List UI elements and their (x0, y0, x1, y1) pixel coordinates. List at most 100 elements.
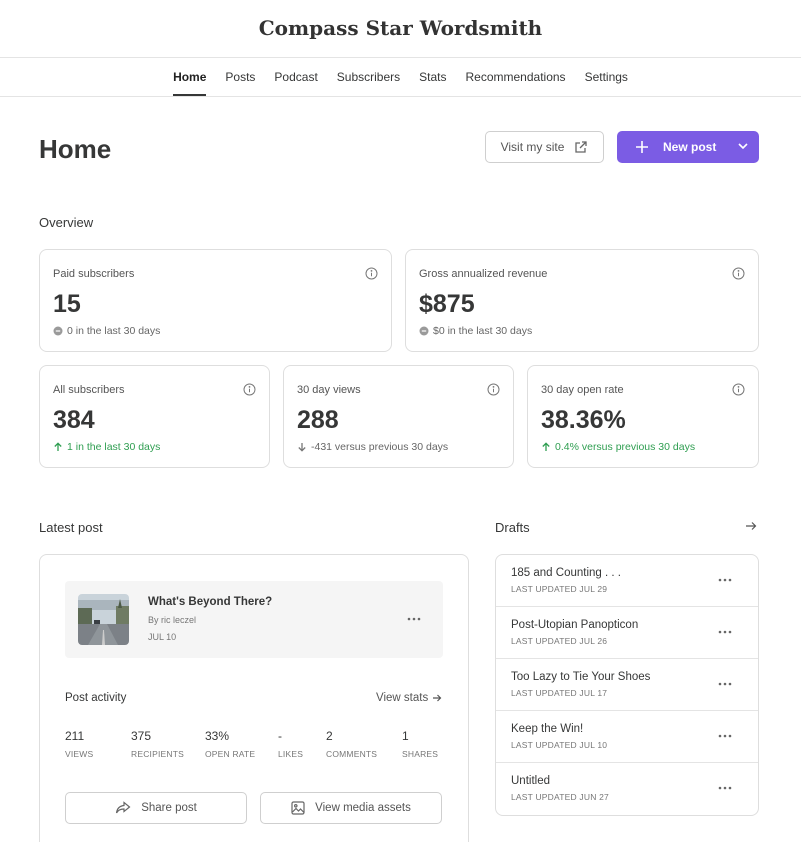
stat-label: Paid subscribers (53, 268, 135, 280)
share-icon (115, 801, 131, 815)
more-options-icon[interactable] (718, 781, 732, 795)
stat-change: $0 in the last 30 days (419, 325, 532, 337)
nav-tab-posts[interactable]: Posts (216, 58, 265, 96)
post-thumbnail (78, 594, 129, 645)
metric-value: 33% (205, 729, 230, 743)
draft-title: 185 and Counting . . . (511, 567, 621, 579)
revenue-card: Gross annualized revenue $875 $0 in the … (405, 249, 759, 352)
drafts-label: Drafts (495, 520, 530, 535)
info-icon[interactable] (243, 383, 256, 396)
info-icon[interactable] (732, 383, 745, 396)
views-card: 30 day views 288 -431 versus previous 30… (283, 365, 514, 468)
more-options-icon[interactable] (718, 625, 732, 639)
stat-change-text: -431 versus previous 30 days (311, 441, 449, 453)
metric-label: SHARES (402, 749, 439, 759)
view-stats-link[interactable]: View stats (376, 692, 442, 704)
metric-views: 211 VIEWS (65, 729, 93, 759)
draft-item[interactable]: Post-Utopian Panopticon LAST UPDATED JUL… (496, 607, 758, 659)
draft-item[interactable]: Too Lazy to Tie Your Shoes LAST UPDATED … (496, 659, 758, 711)
metric-comments: 2 COMMENTS (326, 729, 377, 759)
view-media-button[interactable]: View media assets (260, 792, 442, 824)
nav-divider (0, 96, 801, 97)
more-options-icon[interactable] (718, 729, 732, 743)
arrow-up-icon (541, 442, 551, 452)
nav-tab-subscribers[interactable]: Subscribers (327, 58, 409, 96)
arrow-up-icon (53, 442, 63, 452)
info-icon[interactable] (487, 383, 500, 396)
latest-post-card: What's Beyond There? By ric leczel JUL 1… (39, 554, 469, 842)
visit-site-label: Visit my site (500, 140, 565, 154)
stat-change-text: 1 in the last 30 days (67, 441, 161, 453)
stat-change: 0.4% versus previous 30 days (541, 441, 695, 453)
stat-label: 30 day open rate (541, 384, 624, 396)
page-title: Home (39, 134, 112, 164)
nav-tab-podcast[interactable]: Podcast (265, 58, 327, 96)
metric-value: 211 (65, 729, 85, 743)
new-post-button[interactable]: New post (617, 131, 759, 163)
metric-open-rate: 33% OPEN RATE (205, 729, 255, 759)
chevron-down-icon[interactable] (737, 140, 749, 152)
metric-value: - (278, 729, 282, 743)
arrow-down-icon (297, 442, 307, 452)
external-link-icon (574, 140, 588, 154)
draft-date: LAST UPDATED JUL 29 (511, 584, 608, 594)
arrow-right-icon[interactable] (745, 519, 759, 533)
post-author: By ric leczel (148, 615, 197, 625)
open-rate-card: 30 day open rate 38.36% 0.4% versus prev… (527, 365, 759, 468)
latest-post-item[interactable]: What's Beyond There? By ric leczel JUL 1… (65, 581, 443, 658)
plus-icon (635, 140, 651, 154)
draft-item[interactable]: 185 and Counting . . . LAST UPDATED JUL … (496, 555, 758, 607)
nav-tab-home[interactable]: Home (164, 58, 216, 96)
stat-value: 38.36% (541, 406, 626, 434)
draft-title: Post-Utopian Panopticon (511, 619, 639, 631)
stat-change: 1 in the last 30 days (53, 441, 160, 453)
metric-label: VIEWS (65, 749, 94, 759)
draft-title: Keep the Win! (511, 723, 584, 735)
drafts-list: 185 and Counting . . . LAST UPDATED JUL … (495, 554, 759, 816)
stat-change-text: 0 in the last 30 days (67, 325, 161, 337)
latest-post-label: Latest post (39, 520, 103, 535)
neutral-icon (53, 326, 63, 336)
metric-label: COMMENTS (326, 749, 378, 759)
draft-title: Too Lazy to Tie Your Shoes (511, 671, 651, 683)
draft-item[interactable]: Untitled LAST UPDATED JUN 27 (496, 763, 758, 815)
share-post-label: Share post (141, 802, 197, 814)
visit-site-button[interactable]: Visit my site (485, 131, 604, 163)
draft-date: LAST UPDATED JUN 27 (511, 792, 609, 802)
more-options-icon[interactable] (718, 677, 732, 691)
view-stats-label: View stats (376, 692, 429, 704)
stat-value: 15 (53, 290, 81, 318)
draft-date: LAST UPDATED JUL 10 (511, 740, 608, 750)
stat-value: 384 (53, 406, 95, 434)
info-icon[interactable] (365, 267, 378, 280)
paid-subscribers-card: Paid subscribers 15 0 in the last 30 day… (39, 249, 392, 352)
site-title: Compass Star Wordsmith (258, 16, 543, 40)
new-post-label: New post (663, 140, 717, 154)
neutral-icon (419, 326, 429, 336)
metric-label: OPEN RATE (205, 749, 256, 759)
post-title[interactable]: What's Beyond There? (148, 596, 272, 608)
nav-tab-recommendations[interactable]: Recommendations (456, 58, 575, 96)
share-post-button[interactable]: Share post (65, 792, 247, 824)
post-activity-label: Post activity (65, 692, 127, 704)
metric-value: 2 (326, 729, 333, 743)
stat-change: 0 in the last 30 days (53, 325, 160, 337)
view-media-label: View media assets (315, 802, 411, 814)
info-icon[interactable] (732, 267, 745, 280)
nav-tab-stats[interactable]: Stats (410, 58, 456, 96)
draft-item[interactable]: Keep the Win! LAST UPDATED JUL 10 (496, 711, 758, 763)
more-options-icon[interactable] (718, 573, 732, 587)
metric-likes: - LIKES (278, 729, 303, 759)
draft-date: LAST UPDATED JUL 26 (511, 636, 608, 646)
stat-change-text: 0.4% versus previous 30 days (555, 441, 696, 453)
post-date: JUL 10 (148, 632, 177, 642)
metric-label: LIKES (278, 749, 304, 759)
stat-change-text: $0 in the last 30 days (433, 325, 533, 337)
arrow-right-icon (432, 693, 442, 703)
image-icon (291, 801, 305, 815)
nav-tab-settings[interactable]: Settings (575, 58, 637, 96)
more-options-icon[interactable] (407, 611, 423, 627)
draft-title: Untitled (511, 775, 550, 787)
stat-value: 288 (297, 406, 339, 434)
metric-label: RECIPIENTS (131, 749, 185, 759)
